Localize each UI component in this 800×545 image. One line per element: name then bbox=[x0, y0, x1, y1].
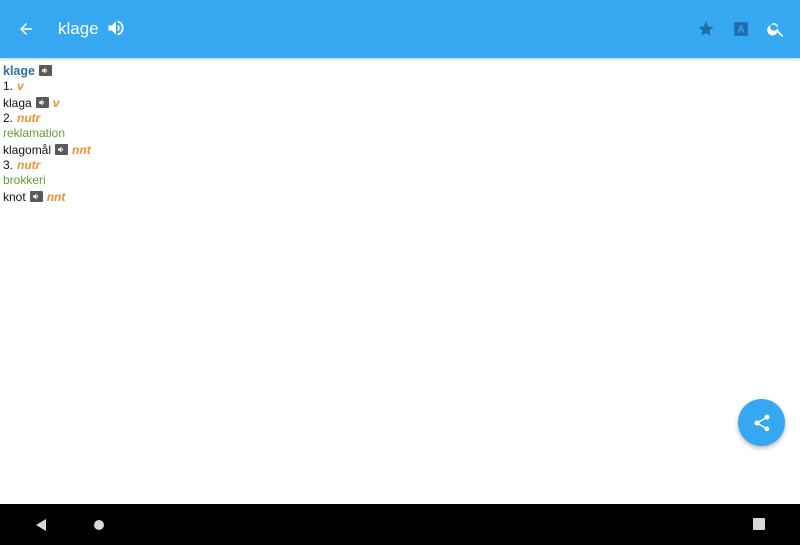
speaker-icon bbox=[42, 67, 48, 74]
sense-number: 2. bbox=[3, 111, 14, 125]
sense-number: 1. bbox=[3, 79, 14, 93]
back-button[interactable] bbox=[14, 17, 38, 41]
part-of-speech: nnt bbox=[72, 143, 91, 157]
part-of-speech: v bbox=[52, 96, 60, 110]
nav-back-button[interactable] bbox=[33, 517, 49, 533]
page-title: klage bbox=[58, 19, 99, 38]
nav-home-icon bbox=[94, 520, 104, 530]
nav-recents-icon bbox=[753, 518, 765, 530]
headword-line: klage bbox=[3, 62, 783, 79]
part-of-speech: nutr bbox=[17, 158, 41, 172]
definition-text: brokkeri bbox=[3, 173, 46, 187]
system-nav-bar bbox=[0, 504, 800, 545]
nav-back-icon bbox=[36, 519, 46, 531]
font-size-icon bbox=[734, 22, 748, 36]
part-of-speech: nnt bbox=[46, 190, 66, 204]
word-speaker-button[interactable] bbox=[29, 191, 43, 202]
translation-item: knot nnt bbox=[3, 188, 783, 205]
search-icon bbox=[767, 23, 784, 37]
translation-word[interactable]: knot bbox=[3, 190, 26, 205]
part-of-speech: nutr bbox=[17, 111, 41, 125]
dictionary-entry: klage 1. v klaga v 2. nutr reklamation k… bbox=[3, 62, 783, 205]
sense-header: 1. v bbox=[3, 79, 783, 94]
sense-header: 3. nutr bbox=[3, 158, 783, 173]
nav-recents-button[interactable] bbox=[752, 517, 766, 531]
star-icon bbox=[698, 21, 714, 36]
headword-speaker-button[interactable] bbox=[38, 65, 52, 76]
nav-home-button[interactable] bbox=[93, 518, 105, 530]
translation-word[interactable]: klaga bbox=[3, 96, 32, 111]
sense-number: 3. bbox=[3, 158, 14, 172]
translation-item: klaga v bbox=[3, 94, 783, 111]
font-button[interactable] bbox=[729, 17, 753, 41]
search-button[interactable] bbox=[764, 17, 788, 41]
translation-item: klagomål nnt bbox=[3, 141, 783, 158]
part-of-speech: v bbox=[17, 79, 24, 93]
word-speaker-button[interactable] bbox=[55, 144, 69, 155]
sense-header: 2. nutr bbox=[3, 111, 783, 126]
favorite-button[interactable] bbox=[694, 17, 718, 41]
share-icon bbox=[753, 414, 769, 431]
headword: klage bbox=[3, 64, 35, 78]
speaker-icon bbox=[58, 146, 64, 153]
share-button[interactable] bbox=[738, 399, 785, 446]
arrow-back-icon bbox=[20, 23, 32, 35]
word-speaker-button[interactable] bbox=[35, 97, 49, 108]
app-bar: klage bbox=[0, 0, 800, 58]
speaker-button[interactable] bbox=[106, 18, 128, 40]
definition-text: reklamation bbox=[3, 126, 66, 140]
speaker-icon bbox=[38, 99, 44, 106]
speaker-icon bbox=[108, 20, 124, 36]
translation-word[interactable]: klagomål bbox=[3, 143, 51, 158]
sense-definition: reklamation bbox=[3, 126, 783, 141]
sense-definition: brokkeri bbox=[3, 173, 783, 188]
speaker-icon bbox=[32, 193, 38, 200]
